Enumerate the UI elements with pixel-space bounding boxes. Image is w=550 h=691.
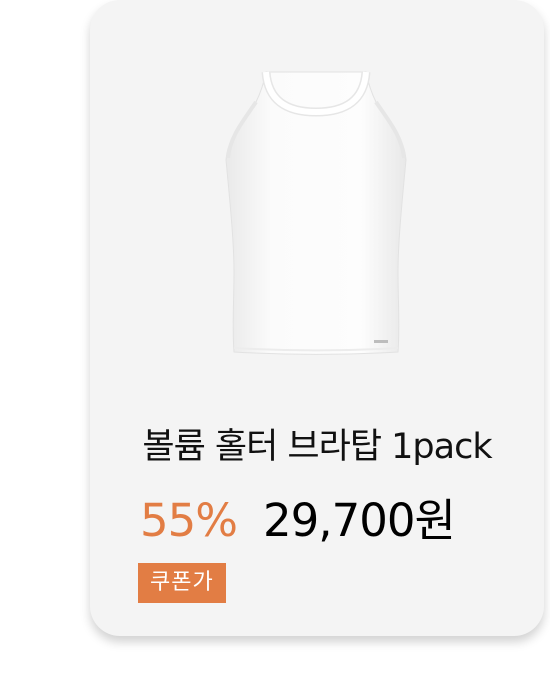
coupon-price-badge: 쿠폰가 — [138, 563, 226, 603]
product-title[interactable]: 볼륨 홀터 브라탑 1pack — [90, 418, 544, 469]
product-image[interactable] — [206, 62, 426, 362]
price-row: 55% 29,700원 — [140, 484, 456, 549]
discount-rate: 55% — [140, 494, 238, 547]
product-card[interactable]: 볼륨 홀터 브라탑 1pack 55% 29,700원 쿠폰가 — [90, 0, 544, 636]
sale-price: 29,700원 — [263, 494, 456, 547]
